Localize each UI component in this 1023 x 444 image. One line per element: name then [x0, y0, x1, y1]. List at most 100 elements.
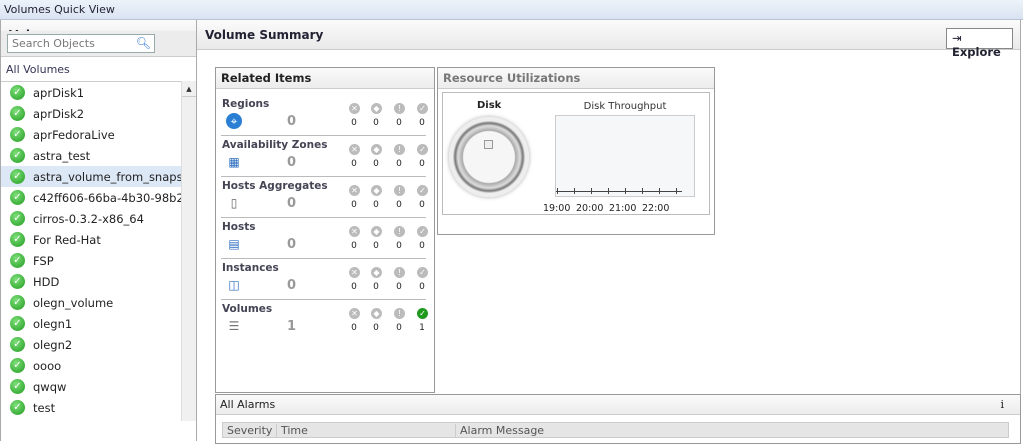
- state-count[interactable]: 0: [349, 323, 359, 333]
- volume-list-item[interactable]: ✓ aprDisk2: [1, 103, 181, 124]
- related-item-count[interactable]: 0: [287, 278, 296, 293]
- info-icon[interactable]: i: [1000, 398, 1004, 411]
- ok-status-icon: ✓: [10, 148, 25, 163]
- state-count[interactable]: 0: [394, 323, 404, 333]
- all-volumes-link[interactable]: All Volumes: [6, 63, 70, 76]
- x-tick-mark: [574, 188, 575, 194]
- state-count[interactable]: 0: [349, 282, 359, 292]
- volume-name: c42ff606-66ba-4b30-98b2-a76: [33, 190, 181, 205]
- ok-status-icon: ✓: [10, 316, 25, 331]
- state-count[interactable]: 0: [394, 200, 404, 210]
- scroll-up-icon[interactable]: ▲: [182, 81, 196, 97]
- column-alarm-message[interactable]: Alarm Message: [455, 424, 544, 438]
- volume-list-item[interactable]: ✓ test: [1, 397, 181, 418]
- state-count[interactable]: 0: [349, 118, 359, 128]
- related-item-count[interactable]: 0: [287, 114, 296, 129]
- search-icon[interactable]: 🔍︎: [136, 36, 151, 50]
- volume-list-item[interactable]: ✓ olegn_volume: [1, 292, 181, 313]
- state-count[interactable]: 0: [371, 241, 381, 251]
- resource-utilizations-box: Resource Utilizations Disk Disk Throughp…: [437, 67, 715, 235]
- volume-list-item[interactable]: ✓ qwqw: [1, 376, 181, 397]
- related-item-label: Hosts Aggregates: [222, 180, 328, 192]
- x-tick-label: 20:00: [576, 203, 604, 214]
- related-item[interactable]: Volumes ☰ 1 ✕ 0 ◆ 0! 0 ✓ 1: [221, 300, 428, 341]
- state-count[interactable]: 0: [371, 323, 381, 333]
- volume-list-item[interactable]: ✓ oooo: [1, 355, 181, 376]
- warning-icon: !: [394, 267, 405, 278]
- explore-icon: ⇥: [952, 31, 962, 45]
- major-icon: ◆: [371, 185, 382, 196]
- state-count[interactable]: 0: [417, 241, 427, 251]
- x-tick-label: 19:00: [543, 203, 571, 214]
- explore-button[interactable]: ⇥ Explore: [946, 28, 1013, 59]
- volume-list-item[interactable]: ✓ HDD: [1, 271, 181, 292]
- state-count[interactable]: 0: [371, 200, 381, 210]
- state-count[interactable]: 0: [349, 159, 359, 169]
- related-item-label: Instances: [222, 262, 279, 274]
- state-count[interactable]: 0: [349, 241, 359, 251]
- scrollbar[interactable]: ▲: [181, 81, 196, 421]
- volume-name: aprDisk2: [33, 106, 85, 121]
- ok-status-icon: ✓: [10, 232, 25, 247]
- x-tick-mark: [557, 188, 558, 194]
- state-count[interactable]: 0: [394, 241, 404, 251]
- x-tick-mark: [591, 188, 592, 194]
- related-item-count[interactable]: 1: [287, 319, 296, 334]
- state-count[interactable]: 0: [417, 159, 427, 169]
- column-time[interactable]: Time: [276, 424, 308, 438]
- resource-inner: Disk Disk Throughput 19:00 20:00 21:00 22:0…: [442, 92, 710, 215]
- volume-list-item[interactable]: ✓ cirros-0.3.2-x86_64: [1, 208, 181, 229]
- dial-icon: [484, 140, 493, 149]
- related-item-count[interactable]: 0: [287, 155, 296, 170]
- volume-list-item[interactable]: ✓ olegn1: [1, 313, 181, 334]
- volume-name: olegn_volume: [33, 295, 114, 310]
- state-count[interactable]: 0: [371, 159, 381, 169]
- volume-list-item[interactable]: ✓ aprFedoraLive: [1, 124, 181, 145]
- related-item[interactable]: Hosts ▤ 0 ✕ 0 ◆ 0! 0 ✓ 0: [221, 218, 428, 259]
- related-item-count[interactable]: 0: [287, 237, 296, 252]
- search-input[interactable]: Search Objects 🔍︎: [7, 34, 155, 53]
- critical-icon: ✕: [349, 185, 360, 196]
- related-item-label: Volumes: [222, 303, 273, 315]
- warning-icon: !: [394, 308, 405, 319]
- column-severity[interactable]: Severity: [223, 424, 272, 438]
- volume-list-item[interactable]: ✓ c42ff606-66ba-4b30-98b2-a76: [1, 187, 181, 208]
- major-icon: ◆: [371, 226, 382, 237]
- related-item[interactable]: Instances ◫ 0 ✕ 0 ◆ 0! 0 ✓ 0: [221, 259, 428, 300]
- state-count[interactable]: 0: [349, 200, 359, 210]
- box-title: All Alarms i: [216, 395, 1020, 415]
- ok-status-icon: ✓: [10, 358, 25, 373]
- ok-status-icon: ✓: [10, 211, 25, 226]
- volume-list-item[interactable]: ✓ For Red-Hat: [1, 229, 181, 250]
- related-item[interactable]: Regions ⌖ 0 ✕ 0 ◆ 0! 0 ✓ 0: [221, 95, 428, 136]
- host-icon: ▤: [228, 237, 240, 251]
- volume-list-item[interactable]: ✓ astra_test: [1, 145, 181, 166]
- volume-list-item[interactable]: ✓ aprDisk1: [1, 82, 181, 103]
- alarms-table-header: Severity Time Alarm Message: [222, 422, 1009, 438]
- state-count[interactable]: 0: [417, 118, 427, 128]
- volume-list-item[interactable]: ✓ FSP: [1, 250, 181, 271]
- volume-list-item[interactable]: ✓ astra_volume_from_snapshot: [1, 166, 181, 187]
- state-count[interactable]: 1: [417, 323, 427, 333]
- state-count[interactable]: 0: [394, 118, 404, 128]
- related-item[interactable]: Hosts Aggregates ▯ 0 ✕ 0 ◆ 0! 0 ✓ 0: [221, 177, 428, 218]
- related-item[interactable]: Availability Zones ▦ 0 ✕ 0 ◆ 0! 0 ✓ 0: [221, 136, 428, 177]
- state-count[interactable]: 0: [394, 159, 404, 169]
- state-count[interactable]: 0: [371, 282, 381, 292]
- state-count[interactable]: 0: [371, 118, 381, 128]
- state-count[interactable]: 0: [417, 282, 427, 292]
- volume-name: olegn2: [33, 337, 73, 352]
- normal-icon: ✓: [417, 308, 428, 319]
- x-tick-mark: [608, 188, 609, 194]
- state-count[interactable]: 0: [417, 200, 427, 210]
- related-item-label: Hosts: [222, 221, 256, 233]
- state-count[interactable]: 0: [394, 282, 404, 292]
- volume-list-item[interactable]: ✓ olegn2: [1, 334, 181, 355]
- ok-status-icon: ✓: [10, 127, 25, 142]
- related-item-count[interactable]: 0: [287, 196, 296, 211]
- warning-icon: !: [394, 226, 405, 237]
- disk-dial[interactable]: [449, 117, 529, 197]
- ok-status-icon: ✓: [10, 295, 25, 310]
- volume-name: FSP: [33, 253, 54, 268]
- ok-status-icon: ✓: [10, 379, 25, 394]
